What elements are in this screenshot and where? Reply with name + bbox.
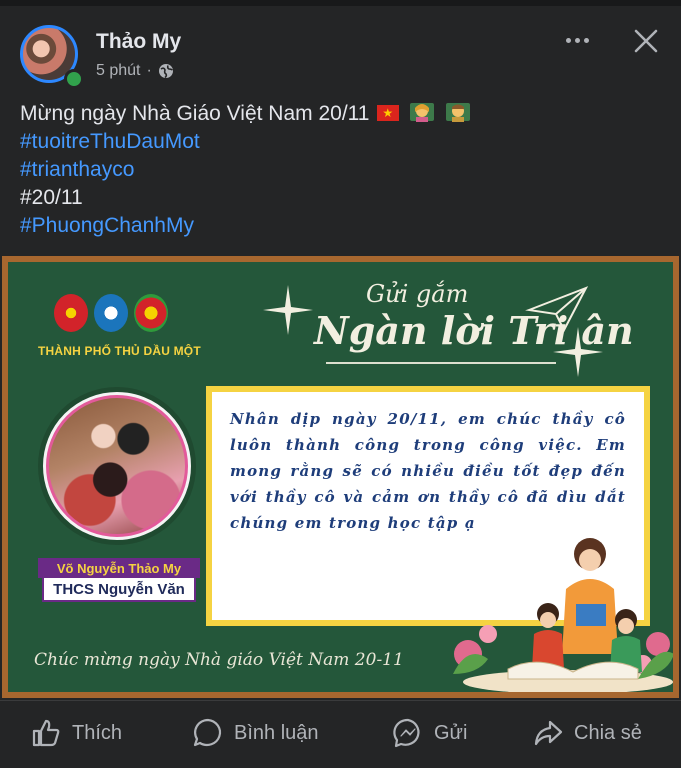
thumbs-up-icon xyxy=(32,719,60,747)
action-bar: Thích Bình luận Gửi Chia sẻ xyxy=(0,700,681,768)
woman-teacher-icon xyxy=(410,103,435,122)
student-association-logo-icon xyxy=(94,294,128,332)
send-button[interactable]: Gửi xyxy=(392,715,467,751)
organization-label: THÀNH PHỐ THỦ DẦU MỘT xyxy=(38,344,201,358)
share-button[interactable]: Chia sẻ xyxy=(532,715,642,751)
post-image[interactable]: THÀNH PHỐ THỦ DẦU MỘT Gửi gắm Ngàn lời T… xyxy=(2,256,679,698)
post-meta: 5 phút · xyxy=(96,62,174,80)
like-button[interactable]: Thích xyxy=(30,715,122,751)
student-name-tag: Võ Nguyễn Thảo My xyxy=(38,558,200,578)
close-icon[interactable] xyxy=(630,25,662,57)
card-title-small: Gửi gắm xyxy=(366,280,469,308)
share-label: Chia sẻ xyxy=(574,721,642,744)
vietnam-flag-icon xyxy=(377,105,400,121)
caption-text: #20/11 xyxy=(20,186,83,209)
top-divider xyxy=(0,0,681,6)
card-title-big: Ngàn lời Tri ân xyxy=(314,308,634,353)
comment-icon xyxy=(193,718,222,747)
logos xyxy=(54,294,168,332)
globe-icon[interactable] xyxy=(158,63,174,79)
send-label: Gửi xyxy=(434,721,468,744)
post-caption: Mừng ngày Nhà Giáo Việt Nam 20/11 #tuoit… xyxy=(20,100,471,240)
youth-union-logo-icon xyxy=(54,294,88,332)
more-options-icon[interactable] xyxy=(561,25,593,55)
share-icon xyxy=(534,720,563,746)
greeting-board: THÀNH PHỐ THỦ DẦU MỘT Gửi gắm Ngàn lời T… xyxy=(8,262,673,692)
pioneer-team-logo-icon xyxy=(134,294,168,332)
school-tag: THCS Nguyễn Văn xyxy=(42,576,196,602)
messenger-icon xyxy=(393,718,420,748)
meta-separator: · xyxy=(146,62,152,79)
teacher-students-illustration xyxy=(453,538,673,692)
man-teacher-icon xyxy=(446,103,471,122)
hashtag-link[interactable]: #tuoitreThuDauMot xyxy=(20,128,471,156)
caption-text: Mừng ngày Nhà Giáo Việt Nam 20/11 xyxy=(20,102,370,125)
hashtag-link[interactable]: #PhuongChanhMy xyxy=(20,212,471,240)
sparkle-icon xyxy=(263,285,313,335)
author-name[interactable]: Thảo My xyxy=(96,30,181,54)
like-label: Thích xyxy=(72,721,123,744)
online-status-icon xyxy=(64,69,84,89)
post-time[interactable]: 5 phút xyxy=(96,62,140,80)
student-photo xyxy=(46,395,188,537)
comment-button[interactable]: Bình luận xyxy=(192,715,319,751)
title-underline xyxy=(326,362,556,364)
card-footer: Chúc mừng ngày Nhà giáo Việt Nam 20-11 xyxy=(34,650,404,670)
comment-label: Bình luận xyxy=(234,721,319,744)
hashtag-link[interactable]: #trianthayco xyxy=(20,156,471,184)
